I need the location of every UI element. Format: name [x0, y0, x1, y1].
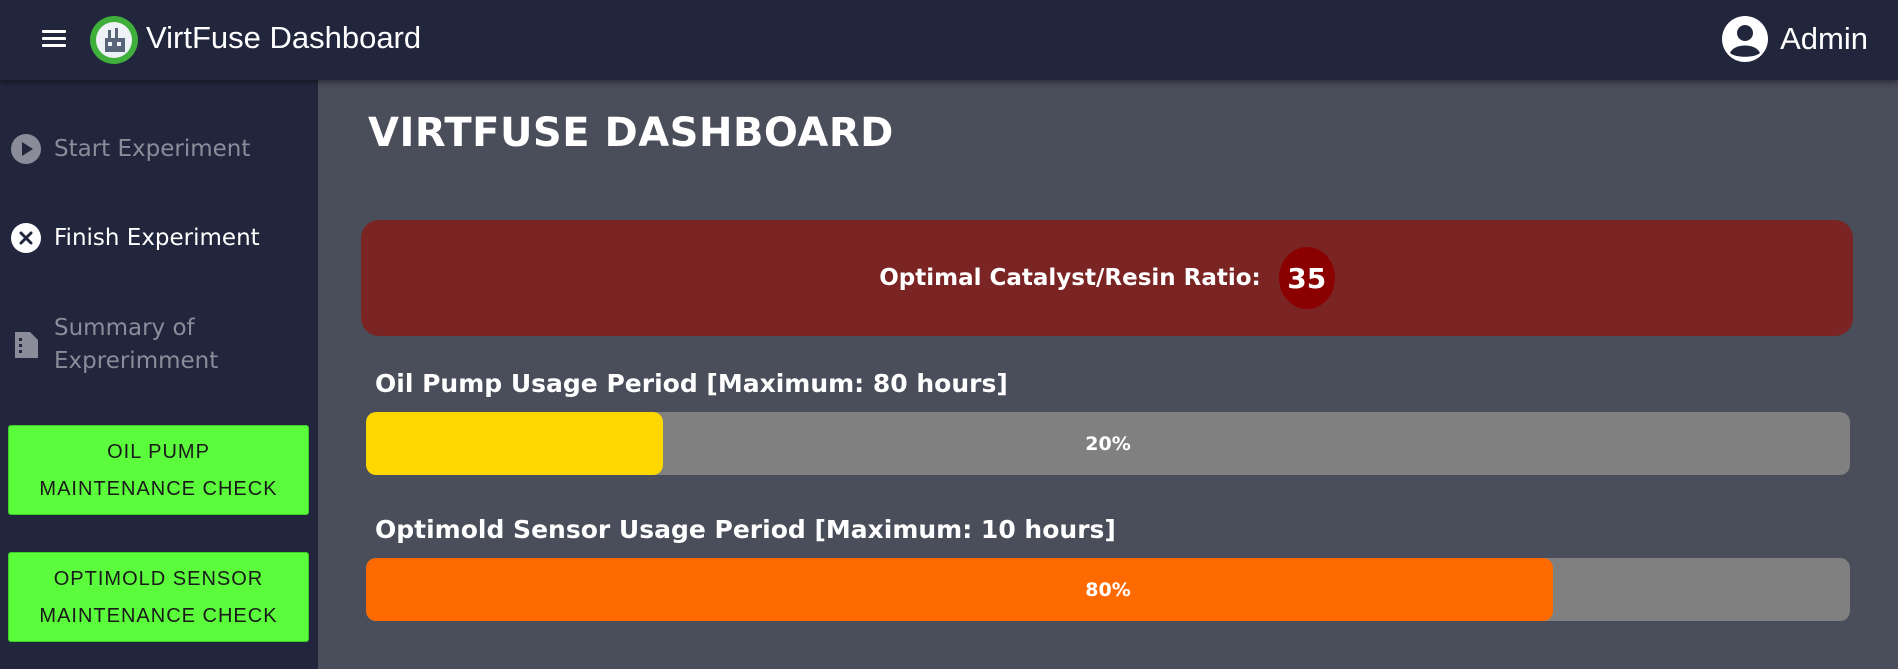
optimold-sensor-usage-progress: 80%: [366, 558, 1850, 621]
sidebar-item-start-experiment[interactable]: Start Experiment: [10, 133, 250, 165]
user-menu[interactable]: Admin: [1722, 16, 1868, 62]
progress-percent: 80%: [1085, 578, 1131, 601]
sidebar-item-finish-experiment[interactable]: Finish Experiment: [10, 222, 260, 254]
ratio-value-badge: 35: [1278, 247, 1335, 309]
sidebar-item-summary[interactable]: Summary of Exprerimment: [10, 312, 218, 378]
sidebar-item-label: Finish Experiment: [54, 225, 260, 251]
sidebar-item-label: Start Experiment: [54, 136, 251, 162]
virtfuse-logo: [90, 16, 138, 64]
close-circle-icon: [10, 222, 42, 254]
oil-pump-usage-label: Oil Pump Usage Period [Maximum: 80 hours…: [375, 369, 1008, 398]
top-app-bar: VirtFuse Dashboard Admin: [0, 0, 1898, 80]
progress-percent: 20%: [1085, 432, 1131, 455]
play-circle-icon: [10, 133, 42, 165]
user-name: Admin: [1780, 21, 1868, 56]
account-circle-icon: [1722, 16, 1769, 62]
sidebar-item-label: Summary of Exprerimment: [54, 315, 219, 374]
optimold-sensor-usage-label: Optimold Sensor Usage Period [Maximum: 1…: [375, 515, 1116, 544]
page-title: VIRTFUSE DASHBOARD: [368, 110, 894, 156]
ratio-label: Optimal Catalyst/Resin Ratio:: [879, 265, 1261, 291]
oil-pump-usage-progress: 20%: [366, 412, 1850, 475]
app-title: VirtFuse Dashboard: [146, 20, 422, 55]
main-content: VIRTFUSE DASHBOARD Optimal Catalyst/Resi…: [318, 80, 1898, 669]
hamburger-menu-icon[interactable]: [42, 30, 66, 50]
sidebar: Start Experiment Finish Experiment Summa…: [0, 80, 318, 669]
ratio-card: Optimal Catalyst/Resin Ratio: 35: [361, 220, 1853, 336]
oil-pump-maintenance-button[interactable]: OIL PUMP MAINTENANCE CHECK: [8, 425, 309, 515]
optimold-sensor-maintenance-button[interactable]: OPTIMOLD SENSOR MAINTENANCE CHECK: [8, 552, 309, 642]
document-icon: [10, 329, 42, 361]
